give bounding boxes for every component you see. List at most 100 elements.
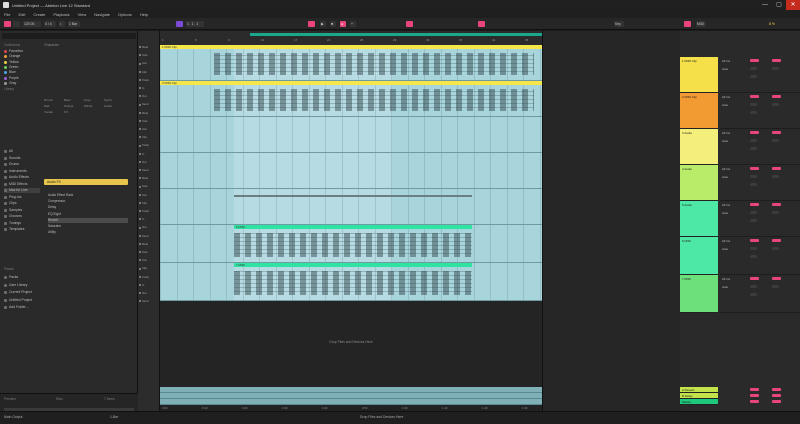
preview-raw-toggle[interactable]: Raw <box>56 397 63 401</box>
library-item[interactable]: Grooves <box>4 214 40 219</box>
track-strip-label[interactable]: In <box>139 217 159 222</box>
filter-tag[interactable]: Guitar <box>104 104 124 109</box>
menu-edit[interactable]: Edit <box>18 12 25 17</box>
filter-tag[interactable]: Strings <box>64 104 84 109</box>
track-strip-label[interactable]: Track <box>139 209 159 214</box>
punch-button[interactable] <box>478 21 485 27</box>
track-strip-label[interactable]: Clip <box>139 266 159 271</box>
clip-header[interactable]: 6 MIDI <box>234 225 472 229</box>
volume-field[interactable] <box>772 175 779 178</box>
solo-button[interactable] <box>772 277 781 280</box>
track-strip-label[interactable]: In <box>139 283 159 288</box>
track-strip-label[interactable]: Clip <box>139 135 159 140</box>
pan-knob[interactable] <box>750 255 757 258</box>
track-strip-label[interactable]: Arm <box>139 61 159 66</box>
track-strip-label[interactable]: Track <box>139 78 159 83</box>
track-strip-label[interactable]: Out <box>139 160 159 165</box>
arrangement-ruler[interactable]: 1 5 9 13 17 21 25 29 33 37 41 45 <box>160 31 542 45</box>
track-strip-label[interactable]: Track <box>139 275 159 280</box>
quantize-select[interactable]: 1 Bar <box>68 21 80 27</box>
pan-knob[interactable] <box>750 219 757 222</box>
pan-knob[interactable] <box>750 147 757 150</box>
volume-field[interactable] <box>772 285 779 288</box>
return-activator-button[interactable] <box>750 400 759 403</box>
volume-field[interactable] <box>772 211 779 214</box>
arrangement-lane[interactable]: 2 MIDI Clip <box>160 81 542 117</box>
volume-field[interactable] <box>772 139 779 142</box>
arrangement-record-button[interactable] <box>308 21 315 27</box>
track-strip-label[interactable]: Clip <box>139 201 159 206</box>
clip-header[interactable]: 1 MIDI Clip <box>160 45 542 49</box>
tempo-field[interactable]: 120.00 <box>23 21 41 27</box>
solo-button[interactable] <box>772 95 781 98</box>
volume-field[interactable] <box>772 247 779 250</box>
return-activator-button[interactable] <box>750 388 759 391</box>
play-icon[interactable]: ▶ <box>320 21 326 27</box>
library-item[interactable]: Max for Live <box>4 188 40 193</box>
track-strip-label[interactable]: Arm <box>139 193 159 198</box>
key-map-button[interactable]: Key <box>614 21 624 27</box>
clip-slot[interactable]: 7 MIDI <box>680 275 718 313</box>
arrangement-lane[interactable]: 6 MIDI <box>160 225 542 263</box>
library-item[interactable]: Plug-Ins <box>4 195 40 200</box>
places-item[interactable]: Untitled Project <box>4 298 40 303</box>
places-item[interactable]: Current Project <box>4 290 40 295</box>
overdub-icon[interactable]: + <box>350 21 356 27</box>
track-strip-label[interactable]: Out <box>139 225 159 230</box>
maximize-button[interactable]: ▢ <box>772 0 786 10</box>
library-item[interactable]: Templates <box>4 227 40 232</box>
clip-slot[interactable]: 6 MIDI <box>680 237 718 275</box>
clip-slot[interactable]: 5 Audio <box>680 201 718 237</box>
pan-knob[interactable] <box>750 111 757 114</box>
arrangement-lane[interactable]: 7 MIDI <box>160 263 542 301</box>
track-strip-label[interactable]: Solo <box>139 250 159 255</box>
track-strip-label[interactable]: Solo <box>139 53 159 58</box>
arm-button[interactable] <box>750 67 757 70</box>
library-item[interactable]: Sounds <box>4 156 40 161</box>
menu-navigate[interactable]: Navigate <box>94 12 110 17</box>
track-strip-label[interactable]: Solo <box>139 184 159 189</box>
drop-area[interactable]: Drop Files and Devices Here <box>160 301 542 387</box>
browser-file-row[interactable]: Audio Effect Rack <box>48 193 128 198</box>
track-strip-label[interactable]: Out <box>139 291 159 296</box>
clip-slot[interactable]: 3 Audio <box>680 129 718 165</box>
close-button[interactable]: ✕ <box>786 0 800 10</box>
menu-file[interactable]: File <box>4 12 10 17</box>
arrangement-lane[interactable] <box>160 153 542 189</box>
arrangement-view[interactable]: 1 MIDI Clip 2 MIDI Clip 6 MIDI 7 MIDI <box>160 45 542 301</box>
browser-file-row[interactable]: Utility <box>48 230 128 235</box>
return-solo-button[interactable] <box>772 388 781 391</box>
places-item[interactable]: Add Folder… <box>4 305 40 310</box>
browser-file-row[interactable]: EQ Eight <box>48 212 128 217</box>
track-strip-label[interactable]: In <box>139 152 159 157</box>
track-activator-button[interactable] <box>750 95 759 98</box>
loop-button[interactable] <box>406 21 413 27</box>
track-activator-button[interactable] <box>750 277 759 280</box>
tap-button[interactable] <box>13 21 20 27</box>
menu-create[interactable]: Create <box>33 12 45 17</box>
return-activator-button[interactable] <box>750 394 759 397</box>
clip-header[interactable]: 7 MIDI <box>234 263 472 267</box>
browser-file-row[interactable]: Saturator <box>48 224 128 229</box>
arrangement-lane[interactable]: 1 MIDI Clip <box>160 45 542 81</box>
pan-knob[interactable] <box>750 75 757 78</box>
track-strip-label[interactable]: Mute <box>139 176 159 181</box>
browser-file-row[interactable]: Compressor <box>48 199 128 204</box>
solo-button[interactable] <box>772 131 781 134</box>
menu-options[interactable]: Options <box>118 12 132 17</box>
filter-tag[interactable]: Bass <box>64 98 84 103</box>
pan-knob[interactable] <box>750 183 757 186</box>
track-strip-label[interactable]: In <box>139 86 159 91</box>
loop-brace[interactable] <box>250 33 542 36</box>
follow-button[interactable] <box>176 21 183 27</box>
clip-slot[interactable]: 2 MIDI Clip <box>680 93 718 129</box>
collection-item[interactable]: Blue <box>4 70 40 75</box>
arrangement-scroll-region[interactable] <box>542 31 680 411</box>
return-slot[interactable]: Master <box>680 399 718 405</box>
arm-button[interactable] <box>750 211 757 214</box>
track-strip-label[interactable]: Out <box>139 94 159 99</box>
solo-button[interactable] <box>772 203 781 206</box>
volume-field[interactable] <box>772 103 779 106</box>
arm-button[interactable] <box>750 247 757 250</box>
collection-item[interactable]: Favorites <box>4 49 40 54</box>
